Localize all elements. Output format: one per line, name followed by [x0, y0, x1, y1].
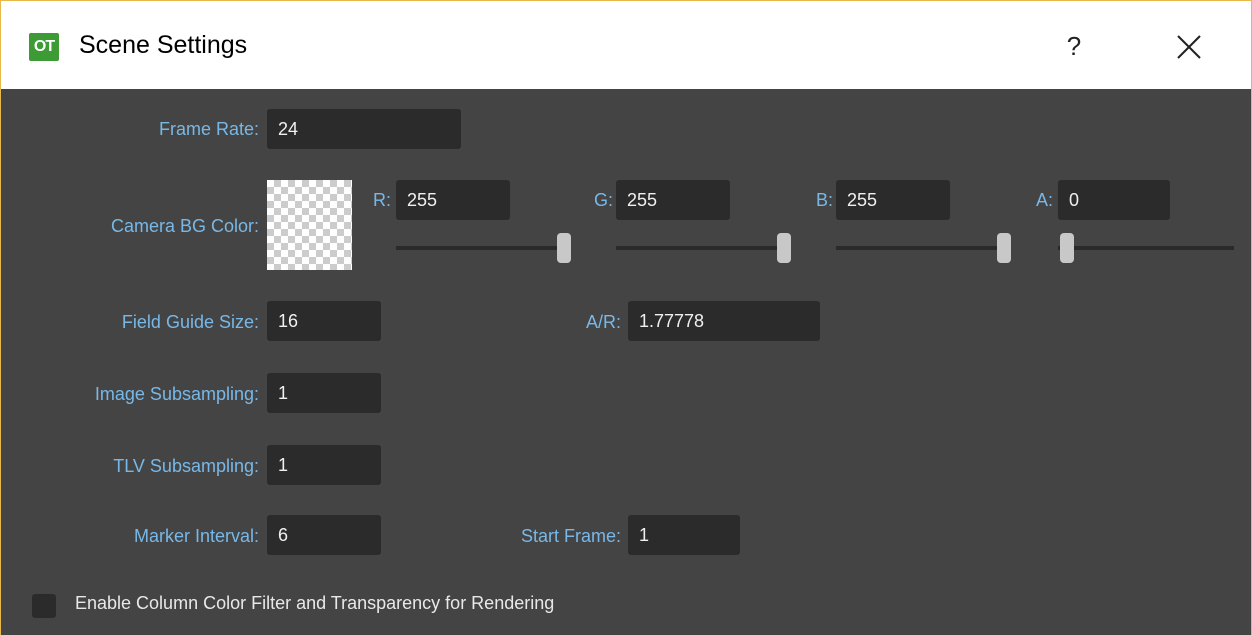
alpha-channel-label: A:	[1035, 190, 1053, 210]
close-icon	[1177, 35, 1201, 59]
frame-rate-input[interactable]: 24	[267, 109, 461, 149]
red-channel-slider[interactable]	[396, 246, 566, 250]
marker-interval-input[interactable]: 6	[267, 515, 381, 555]
blue-channel-input[interactable]: 255	[836, 180, 950, 220]
tlv-subsampling-input[interactable]: 1	[267, 445, 381, 485]
help-button[interactable]: ?	[1059, 27, 1089, 65]
green-channel-label: G:	[593, 190, 613, 210]
settings-panel: Frame Rate: 24 Camera BG Color: R: 255 G…	[1, 89, 1251, 635]
frame-rate-label: Frame Rate:	[158, 119, 259, 139]
camera-bg-color-swatch[interactable]	[267, 180, 352, 270]
start-frame-label: Start Frame:	[520, 526, 621, 546]
field-guide-size-input[interactable]: 16	[267, 301, 381, 341]
aspect-ratio-input[interactable]: 1.77778	[628, 301, 820, 341]
camera-bg-color-label: Camera BG Color:	[110, 216, 259, 236]
blue-slider-handle[interactable]	[997, 233, 1011, 263]
column-color-filter-checkbox[interactable]	[32, 594, 56, 618]
start-frame-input[interactable]: 1	[628, 515, 740, 555]
alpha-slider-handle[interactable]	[1060, 233, 1074, 263]
title-bar[interactable]: OT Scene Settings ?	[1, 1, 1251, 89]
green-channel-slider[interactable]	[616, 246, 786, 250]
field-guide-size-label: Field Guide Size:	[121, 312, 259, 332]
alpha-channel-input[interactable]: 0	[1058, 180, 1170, 220]
red-channel-input[interactable]: 255	[396, 180, 510, 220]
image-subsampling-label: Image Subsampling:	[94, 384, 259, 404]
close-button[interactable]	[1169, 27, 1209, 67]
window-title: Scene Settings	[79, 31, 248, 59]
app-icon: OT	[29, 33, 59, 61]
red-channel-label: R:	[373, 190, 391, 210]
red-slider-handle[interactable]	[557, 233, 571, 263]
blue-channel-label: B:	[815, 190, 833, 210]
alpha-channel-slider[interactable]	[1058, 246, 1234, 250]
image-subsampling-input[interactable]: 1	[267, 373, 381, 413]
green-slider-handle[interactable]	[777, 233, 791, 263]
blue-channel-slider[interactable]	[836, 246, 1006, 250]
aspect-ratio-label: A/R:	[585, 312, 621, 332]
tlv-subsampling-label: TLV Subsampling:	[113, 456, 259, 476]
marker-interval-label: Marker Interval:	[133, 526, 259, 546]
scene-settings-dialog: OT Scene Settings ? Frame Rate: 24 Camer…	[0, 0, 1252, 635]
green-channel-input[interactable]: 255	[616, 180, 730, 220]
column-color-filter-label[interactable]: Enable Column Color Filter and Transpare…	[75, 593, 554, 614]
